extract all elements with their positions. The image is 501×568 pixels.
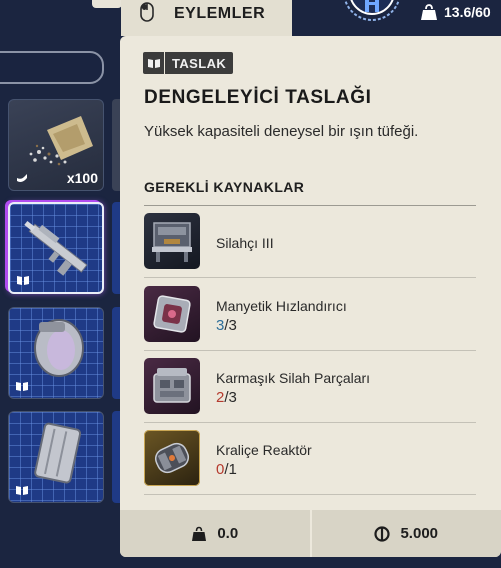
badge-label: TASLAK: [172, 55, 227, 71]
item-description: Yüksek kapasiteli deneysel bir ışın tüfe…: [144, 123, 419, 140]
item-weight: 0.0: [120, 510, 310, 557]
book-icon: [16, 274, 30, 288]
weapon-parts-icon: [144, 358, 200, 414]
emblem-icon: [344, 0, 400, 21]
book-icon: [15, 380, 29, 394]
stack-icon: [15, 172, 29, 186]
requirement-quantity: 2/3: [216, 389, 237, 406]
actions-tab[interactable]: EYLEMLER: [121, 0, 292, 36]
item-weight-value: 0.0: [217, 525, 239, 542]
requirement-row[interactable]: Karmaşık Silah Parçaları 2/3: [144, 351, 476, 423]
mouse-icon: [140, 2, 154, 22]
book-icon: [143, 52, 165, 74]
requirement-name: Kraliçe Reaktör: [216, 442, 312, 458]
slot-count: x100: [66, 170, 98, 186]
search-field[interactable]: [0, 51, 104, 84]
item-price: 5.000: [312, 510, 501, 557]
reactor-icon: [144, 430, 200, 486]
requirement-row[interactable]: Kraliçe Reaktör 0/1: [144, 423, 476, 495]
quantity-needed: /1: [224, 461, 237, 478]
requirement-quantity: 0/1: [216, 461, 237, 478]
requirement-quantity: 3/3: [216, 317, 237, 334]
accelerator-icon: [144, 286, 200, 342]
coin-icon: [374, 525, 391, 542]
quantity-needed: /3: [224, 389, 237, 406]
weight-icon: [192, 526, 207, 541]
requirement-name: Karmaşık Silah Parçaları: [216, 370, 371, 386]
inventory-slot-blueprint[interactable]: [8, 307, 104, 399]
quantity-needed: /3: [224, 317, 237, 334]
requirement-row[interactable]: Silahçı III: [144, 206, 476, 278]
carry-weight-value: 13.6/60: [444, 4, 491, 20]
tooltip-footer: 0.0 5.000: [120, 510, 501, 557]
inventory-slot-blueprint[interactable]: [8, 411, 104, 503]
inventory-slot-material[interactable]: x100: [8, 99, 104, 191]
item-tooltip: TASLAK DENGELEYİCİ TASLAĞI Yüksek kapasi…: [120, 36, 501, 557]
requirement-name: Manyetik Hızlandırıcı: [216, 298, 347, 314]
actions-label: EYLEMLER: [174, 5, 266, 22]
item-title: DENGELEYİCİ TASLAĞI: [144, 87, 372, 108]
requirements-title: GEREKLİ KAYNAKLAR: [144, 179, 305, 195]
weight-icon: [421, 4, 437, 20]
book-icon: [15, 484, 29, 498]
requirement-name: Silahçı III: [216, 235, 274, 251]
requirement-row[interactable]: Manyetik Hızlandırıcı 3/3: [144, 279, 476, 351]
blueprint-badge: TASLAK: [143, 52, 234, 74]
carry-weight: 13.6/60: [420, 0, 491, 24]
inventory-slot-blueprint-selected[interactable]: [8, 202, 104, 294]
top-tab-fragment: [92, 0, 122, 8]
item-price-value: 5.000: [400, 525, 439, 542]
workbench-icon: [144, 213, 200, 269]
